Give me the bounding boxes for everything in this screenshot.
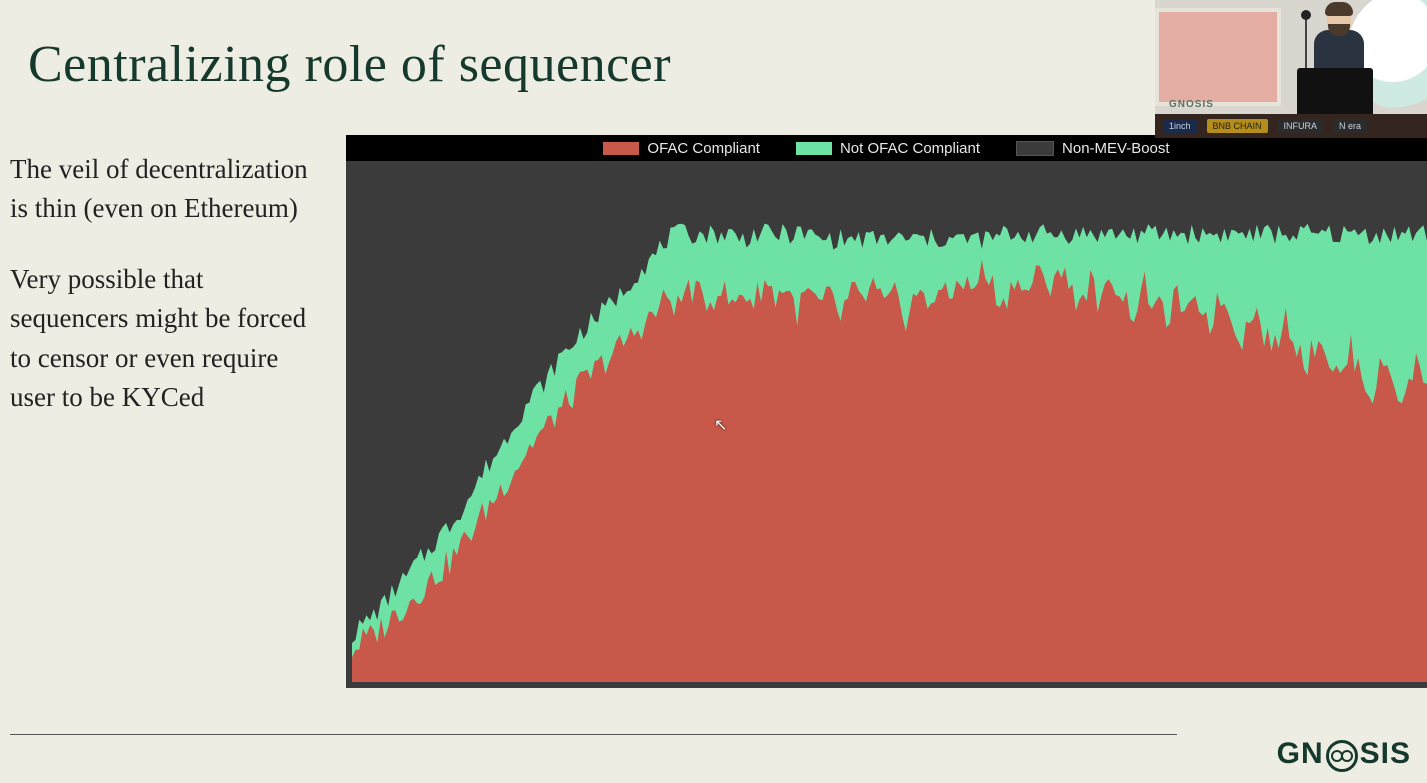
legend-entry-notofac: Not OFAC Compliant: [796, 140, 980, 157]
legend-swatch-notofac: [796, 142, 832, 155]
presentation-screen: [1155, 8, 1281, 106]
speaker-video-inset: GNOSIS 1inch BNB CHAIN INFURA N era: [1155, 0, 1427, 138]
page-title: Centralizing role of sequencer: [28, 35, 671, 94]
logo-text-b: SIS: [1360, 737, 1411, 771]
sponsor-1inch: 1inch: [1163, 119, 1197, 133]
sponsor-strip: 1inch BNB CHAIN INFURA N era: [1155, 114, 1427, 138]
side-text: The veil of decentralization is thin (ev…: [10, 150, 320, 449]
gnosis-logo: GN SIS: [1277, 737, 1411, 771]
stacked-area-chart: [352, 161, 1427, 682]
sponsor-nera: N era: [1333, 119, 1367, 133]
logo-text-a: GN: [1277, 737, 1324, 771]
paragraph-2: Very possible that sequencers might be f…: [10, 260, 320, 417]
podium: [1297, 68, 1373, 120]
sponsor-bnbchain: BNB CHAIN: [1207, 119, 1268, 133]
owl-icon: [1326, 740, 1358, 772]
footer-divider: [10, 734, 1177, 735]
chart-legend: OFAC Compliant Not OFAC Compliant Non-ME…: [346, 135, 1427, 161]
paragraph-1: The veil of decentralization is thin (ev…: [10, 150, 320, 228]
sponsor-infura: INFURA: [1278, 119, 1324, 133]
legend-swatch-ofac: [603, 142, 639, 155]
legend-label-notofac: Not OFAC Compliant: [840, 140, 980, 157]
legend-entry-ofac: OFAC Compliant: [603, 140, 760, 157]
inset-gnosis-logo: GNOSIS: [1169, 99, 1214, 110]
chart-plot-area: ↖︎: [352, 161, 1427, 682]
legend-entry-nombev: Non-MEV-Boost: [1016, 140, 1170, 157]
legend-swatch-nombev: [1016, 141, 1054, 156]
legend-label-nombev: Non-MEV-Boost: [1062, 140, 1170, 157]
chart-panel: OFAC Compliant Not OFAC Compliant Non-ME…: [346, 135, 1427, 688]
legend-label-ofac: OFAC Compliant: [647, 140, 760, 157]
